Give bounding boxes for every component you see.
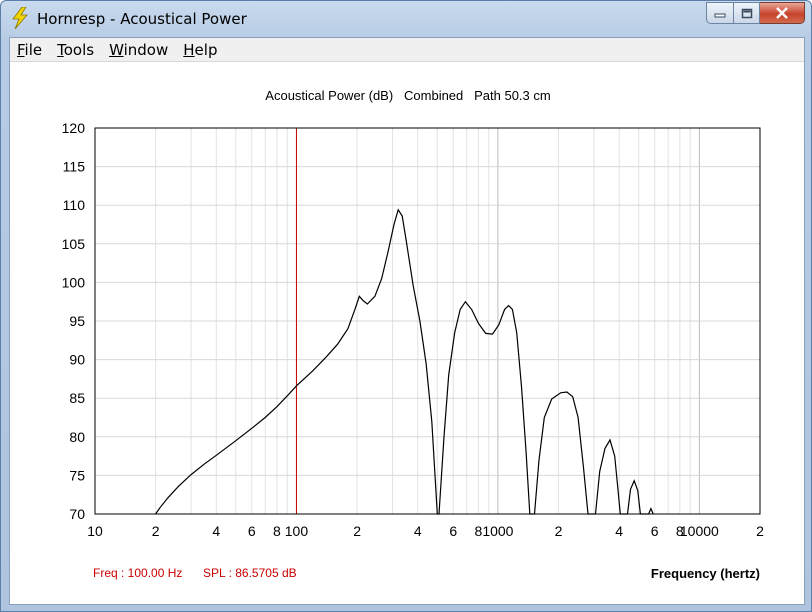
x-tick-label: 10 xyxy=(87,523,103,539)
client-area: File Tools Window Help Acoustical Power … xyxy=(9,37,805,605)
lightning-bolt-icon xyxy=(12,7,28,29)
x-axis-ticks: 10 2 4 6 8 100 2 4 6 8 1000 2 4 6 810000 2 xyxy=(87,523,764,539)
x-tick-label: 6 xyxy=(651,523,659,539)
y-tick-label: 105 xyxy=(62,236,86,252)
x-tick-label: 2 xyxy=(555,523,563,539)
y-tick-label: 80 xyxy=(69,429,85,445)
x-tick-label: 8 xyxy=(474,523,482,539)
y-tick-label: 115 xyxy=(63,159,86,175)
x-tick-label: 2 xyxy=(152,523,160,539)
close-icon xyxy=(776,7,788,19)
maximize-button[interactable] xyxy=(734,2,760,24)
y-tick-label: 75 xyxy=(69,467,85,483)
spl-readout: SPL : 86.5705 dB xyxy=(203,566,297,580)
x-tick-label: 1000 xyxy=(482,523,513,539)
y-tick-label: 70 xyxy=(69,506,85,522)
y-tick-label: 110 xyxy=(63,197,86,213)
window-title: Hornresp - Acoustical Power xyxy=(37,10,247,28)
x-tick-label: 6 xyxy=(449,523,457,539)
minimize-icon xyxy=(714,13,726,18)
x-tick-label: 4 xyxy=(414,523,422,539)
x-tick-label: 4 xyxy=(615,523,623,539)
minimize-button[interactable] xyxy=(706,2,734,24)
title-bar[interactable]: Hornresp - Acoustical Power xyxy=(1,1,811,35)
maximize-icon xyxy=(741,8,752,18)
x-tick-label: 2 xyxy=(353,523,361,539)
x-tick-label: 4 xyxy=(212,523,220,539)
y-axis-ticks: 70 75 80 85 90 95 100 105 110 115 120 xyxy=(62,120,86,522)
x-axis-label: Frequency (hertz) xyxy=(651,566,760,581)
y-tick-label: 120 xyxy=(62,120,86,136)
app-window: Hornresp - Acoustical Power File Tools W… xyxy=(0,0,812,612)
y-tick-label: 95 xyxy=(69,313,85,329)
chart-title: Acoustical Power (dB) Combined Path 50.3… xyxy=(265,88,550,103)
freq-readout: Freq : 100.00 Hz xyxy=(93,566,182,580)
x-tick-label: 2 xyxy=(756,523,764,539)
acoustical-power-chart[interactable]: Acoustical Power (dB) Combined Path 50.3… xyxy=(10,38,804,604)
y-tick-label: 90 xyxy=(69,352,85,368)
y-tick-label: 100 xyxy=(62,274,86,290)
x-tick-label: 10000 xyxy=(680,523,719,539)
x-tick-label: 8 xyxy=(273,523,281,539)
close-button[interactable] xyxy=(760,2,805,24)
x-tick-label: 6 xyxy=(248,523,256,539)
x-tick-label: 100 xyxy=(285,523,309,539)
window-controls xyxy=(706,2,805,24)
y-tick-label: 85 xyxy=(69,390,85,406)
